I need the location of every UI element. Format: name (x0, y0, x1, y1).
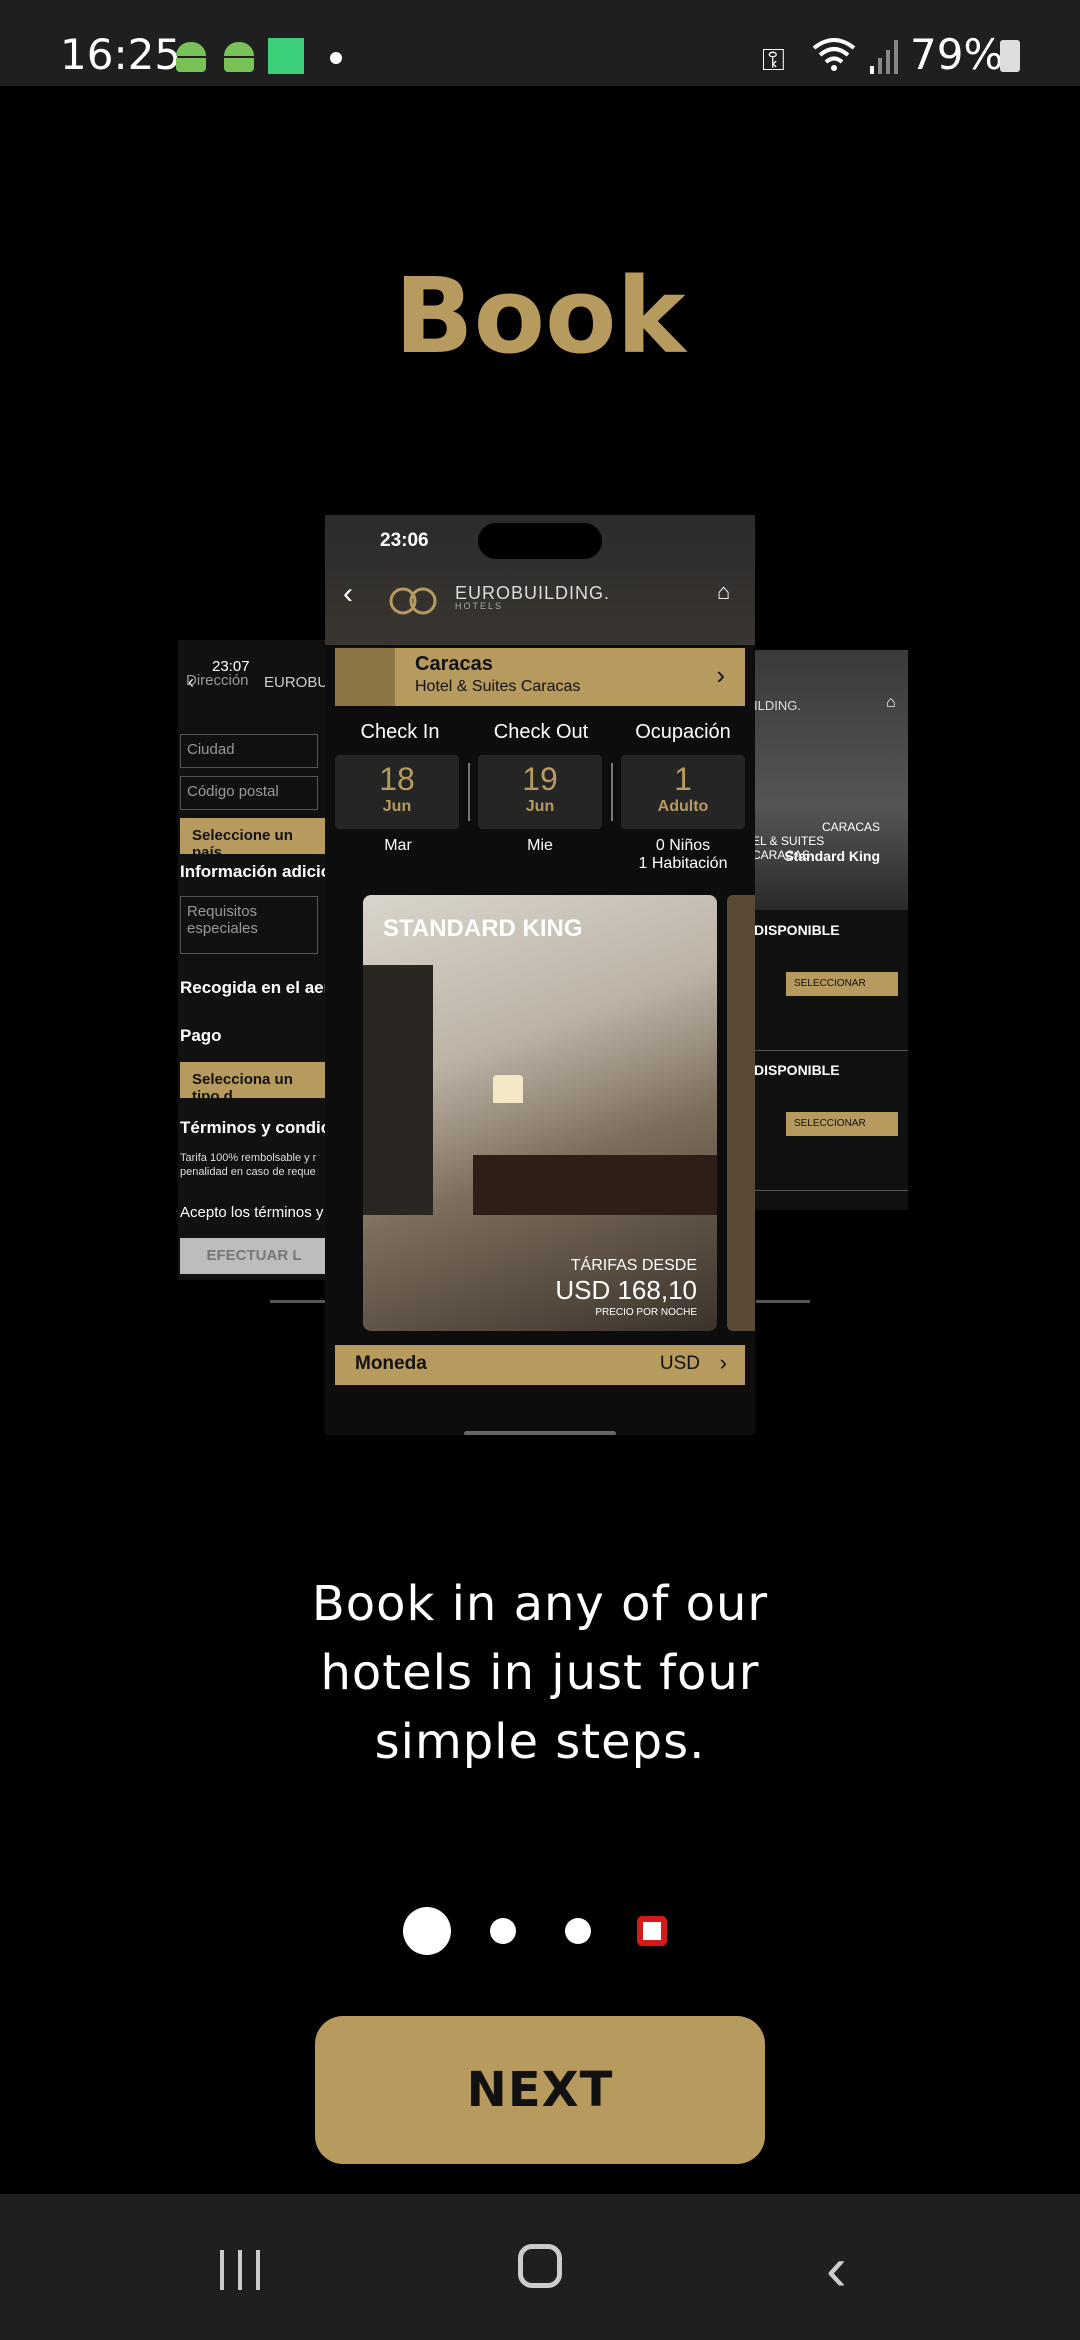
android-icon (222, 36, 256, 72)
pager-dot-active[interactable] (403, 1907, 451, 1955)
left-preview-logo: EUROBU (264, 674, 328, 691)
signal-icon (870, 40, 898, 74)
rate-label: TÁRIFAS DESDE (570, 1257, 697, 1274)
onboarding-description: Book in any of our hotels in just four s… (311, 1576, 769, 1770)
left-preview-postal-field: Código postal (180, 776, 318, 810)
rate-price-note: PRECIO POR NOCHE (595, 1307, 697, 1318)
back-arrow-icon: ‹ (343, 577, 353, 610)
date-divider (468, 763, 470, 821)
check-out-label: Check Out (493, 721, 589, 743)
chevron-right-icon: › (716, 660, 725, 690)
right-preview-available-2: DISPONIBLE (754, 1062, 840, 1078)
left-preview-terms-heading: Términos y condic (180, 1118, 328, 1137)
currency-selector: Moneda USD › (335, 1345, 745, 1385)
left-preview-terms-text-2: penalidad en caso de reque (180, 1166, 316, 1178)
next-room-card-peek (727, 895, 755, 1331)
hotel-name: Hotel & Suites Caracas (415, 678, 581, 695)
currency-value: USD (659, 1353, 700, 1374)
children-count: 0 Niños (655, 837, 711, 854)
rate-price: USD 168,10 (555, 1275, 697, 1305)
chevron-right-icon: › (719, 1350, 727, 1375)
right-preview-city: CARACAS (821, 820, 880, 834)
pager-dot-focused[interactable] (637, 1916, 667, 1946)
battery-percent: 79% (910, 30, 1004, 79)
date-divider (611, 763, 613, 821)
right-preview-divider (752, 1190, 908, 1191)
navigation-bar: ‹ (0, 2194, 1080, 2340)
next-button[interactable]: NEXT (315, 2016, 765, 2164)
check-out-weekday: Mie (527, 837, 553, 854)
left-preview-extra-heading: Información adicio (180, 862, 328, 881)
home-icon[interactable] (518, 2244, 562, 2288)
status-bar: 16:25 ⚿ 79% (0, 0, 1080, 86)
left-preview-terms-text-1: Tarifa 100% rembolsable y r (180, 1152, 317, 1164)
battery-icon (1000, 40, 1020, 72)
check-out-month: Jun (525, 798, 555, 815)
left-preview-accept-terms: Acepto los términos y (180, 1204, 324, 1221)
left-preview-airport: Recogida en el aer (180, 978, 328, 997)
recents-icon[interactable] (216, 2246, 264, 2294)
key-icon: ⚿ (762, 44, 785, 77)
left-preview-address: Dirección (186, 672, 249, 689)
adult-unit: Adulto (657, 798, 709, 815)
right-preview-screenshot: ILDING. ⌂ CARACAS EL & SUITES CARACAS St… (752, 650, 908, 1210)
right-preview-home-icon: ⌂ (886, 694, 896, 711)
right-preview-home-indicator (756, 1300, 810, 1303)
status-time: 16:25 (60, 30, 182, 79)
eurobuilding-logo-icon (389, 587, 437, 615)
right-preview-select-2: SELECCIONAR (786, 1112, 898, 1136)
room-photo-curtain (363, 965, 433, 1215)
left-preview-requests-field: Requisitos especiales (180, 896, 318, 954)
room-photo-lamp (493, 1075, 523, 1103)
android-icon (174, 36, 208, 72)
adult-count: 1 (674, 761, 692, 797)
left-preview-country-button: Seleccione un país (180, 818, 328, 861)
check-out-date: 19 Jun (478, 755, 602, 829)
check-in-label: Check In (360, 721, 440, 743)
dot-icon (330, 52, 342, 64)
back-icon[interactable]: ‹ (826, 2234, 847, 2305)
check-in-month: Jun (382, 798, 412, 815)
main-preview-screenshot: 23:06 ‹ EUROBUILDING. HOTELS ⌂ Caracas H… (325, 515, 755, 1435)
left-preview-submit-button: EFECTUAR L (180, 1238, 328, 1274)
currency-label: Moneda (355, 1353, 427, 1374)
right-preview-room-photo (752, 650, 908, 910)
left-preview-payment-heading: Pago (180, 1026, 222, 1045)
hotel-logo-icon (335, 648, 395, 706)
right-preview-room: Standard King (784, 848, 880, 864)
left-preview-home-indicator (270, 1300, 326, 1303)
check-in-date: 18 Jun (335, 755, 459, 829)
room-photo-desk (473, 1155, 717, 1215)
phone-time: 23:06 (380, 530, 429, 551)
left-preview-city-field: Ciudad (180, 734, 318, 768)
right-preview-logo: ILDING. (754, 698, 801, 713)
left-preview-payment-button: Selecciona un tipo d (180, 1062, 328, 1105)
room-name: STANDARD KING (383, 915, 583, 942)
occupancy-box: 1 Adulto (621, 755, 745, 829)
phone-home-indicator (464, 1431, 616, 1435)
right-preview-available-1: DISPONIBLE (754, 922, 840, 938)
phone-logo-subtext: HOTELS (455, 601, 504, 611)
wifi-icon (812, 38, 856, 71)
left-preview-screenshot: 23:07 ‹ EUROBU Dirección Ciudad Código p… (178, 640, 328, 1280)
right-preview-select-1: SELECCIONAR (786, 972, 898, 996)
city-name: Caracas (415, 653, 493, 675)
grid-icon (268, 38, 304, 74)
home-icon: ⌂ (717, 579, 731, 604)
pager-dot[interactable] (565, 1918, 591, 1944)
occupancy-label: Ocupación (635, 721, 731, 743)
right-preview-divider (752, 1050, 908, 1051)
room-card: STANDARD KING TÁRIFAS DESDE USD 168,10 P… (363, 895, 717, 1331)
city-selector: Caracas Hotel & Suites Caracas › (335, 648, 745, 706)
check-out-day: 19 (522, 761, 558, 797)
check-in-day: 18 (379, 761, 415, 797)
page-title: Book (394, 255, 686, 377)
pager-dot[interactable] (490, 1918, 516, 1944)
rooms-count: 1 Habitación (638, 855, 728, 872)
check-in-weekday: Mar (384, 837, 412, 854)
phone-notch (478, 523, 602, 559)
